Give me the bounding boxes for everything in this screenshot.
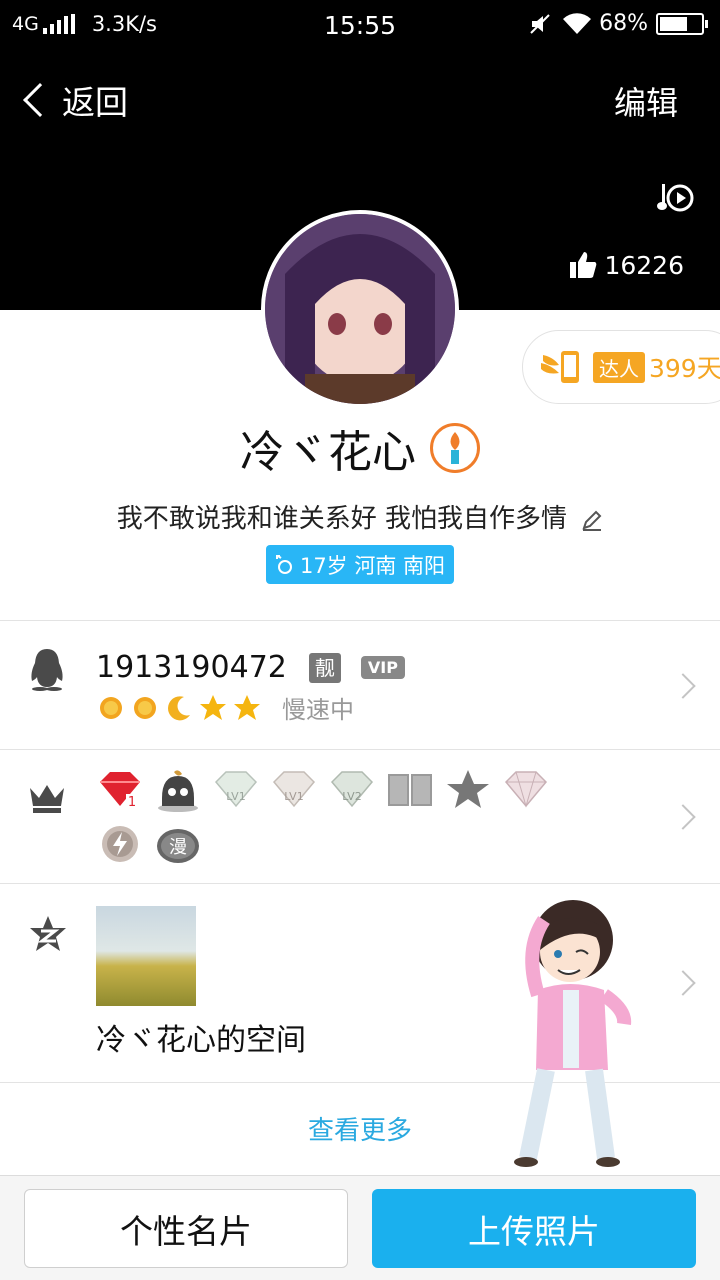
like-counter[interactable]: 16226 <box>568 250 684 280</box>
penguin-icon <box>31 649 63 691</box>
star-icon <box>234 694 260 720</box>
daren-tag: 达人 <box>593 351 645 383</box>
qq-number: 1913190472 靓 VIP <box>96 650 405 685</box>
personal-card-button[interactable]: 个性名片 <box>24 1189 348 1268</box>
torch-icon[interactable] <box>430 423 480 473</box>
sun-icon <box>100 696 122 719</box>
nickname-text: 冷ヾ花心 <box>240 427 416 478</box>
like-count: 16226 <box>604 250 684 280</box>
signature[interactable]: 我不敢说我和谁关系好 我怕我自作多情 <box>0 498 720 535</box>
medal-level-label: LV2 <box>342 790 361 803</box>
sun-icon <box>134 696 156 719</box>
chevron-right-icon <box>670 673 696 699</box>
qzone-thumbnail[interactable] <box>96 906 196 1006</box>
back-label: 返回 <box>62 83 128 122</box>
ruby-icon[interactable]: 1 <box>96 768 144 812</box>
liang-badge: 靓 <box>308 652 341 683</box>
qq-level: 慢速中 <box>96 690 354 725</box>
phone-wings-icon <box>541 351 579 383</box>
penguin-medal-icon[interactable] <box>154 768 202 812</box>
info-text: 17岁 河南 南阳 <box>299 553 446 578</box>
diamond-pink-icon[interactable] <box>502 768 550 812</box>
diamond-lv1-icon[interactable]: LV1 <box>212 768 260 812</box>
daren-badge[interactable]: 达人 399天 <box>522 330 720 404</box>
crown-icon <box>30 785 64 813</box>
diamond-lv1-icon[interactable]: LV1 <box>270 768 318 812</box>
medal-level-label: LV1 <box>226 790 245 803</box>
qq-number-text: 1913190472 <box>96 650 287 685</box>
manga-icon[interactable]: 漫 <box>154 822 202 866</box>
chevron-right-icon <box>670 804 696 830</box>
rank-number: 1 <box>128 795 136 810</box>
diamond-lv2-icon[interactable]: LV2 <box>328 768 376 812</box>
medal-level-label: LV1 <box>284 790 303 803</box>
lightning-icon[interactable] <box>96 822 144 866</box>
signature-text: 我不敢说我和谁关系好 我怕我自作多情 <box>116 504 567 534</box>
star-icon <box>200 694 226 720</box>
status-bar: 4G 3.3K/s 15:55 68% <box>0 0 720 50</box>
medal-list: 1 LV1 LV1 LV2 漫 <box>96 768 566 876</box>
qq-number-row[interactable] <box>0 621 720 749</box>
thumbs-up-icon <box>570 252 597 278</box>
chevron-right-icon <box>670 970 696 996</box>
cartoon-character[interactable] <box>508 890 648 1170</box>
moon-icon <box>168 695 190 720</box>
upload-photo-button[interactable]: 上传照片 <box>372 1189 696 1268</box>
qzone-name: 冷ヾ花心的空间 <box>96 1023 306 1058</box>
vip-badge: VIP <box>360 656 405 679</box>
manga-label: 漫 <box>169 837 187 858</box>
qzone-icon <box>30 916 66 951</box>
battery-fill <box>660 16 688 31</box>
battery-percent: 68% <box>599 11 648 36</box>
mute-icon <box>530 13 550 34</box>
daren-days: 399天 <box>649 354 720 383</box>
bottom-action-bar: 个性名片 上传照片 <box>0 1175 720 1280</box>
avatar[interactable] <box>261 210 459 408</box>
gender-male-icon <box>275 554 292 574</box>
info-badge: 17岁 河南 南阳 <box>266 545 454 584</box>
pencil-icon <box>582 510 602 531</box>
chevron-left-icon <box>23 83 57 117</box>
status-right: 68% <box>529 11 708 36</box>
edit-button[interactable]: 编辑 <box>614 78 678 124</box>
music-icon[interactable] <box>656 178 696 218</box>
speed-status: 慢速中 <box>282 696 354 724</box>
book-icon[interactable] <box>386 768 434 812</box>
battery-icon <box>656 12 708 35</box>
nickname: 冷ヾ花心 <box>0 416 720 480</box>
star-medal-icon[interactable] <box>444 768 492 812</box>
wifi-icon <box>563 12 592 34</box>
back-button[interactable]: 返回 <box>18 76 128 124</box>
avatar-image <box>265 214 455 404</box>
